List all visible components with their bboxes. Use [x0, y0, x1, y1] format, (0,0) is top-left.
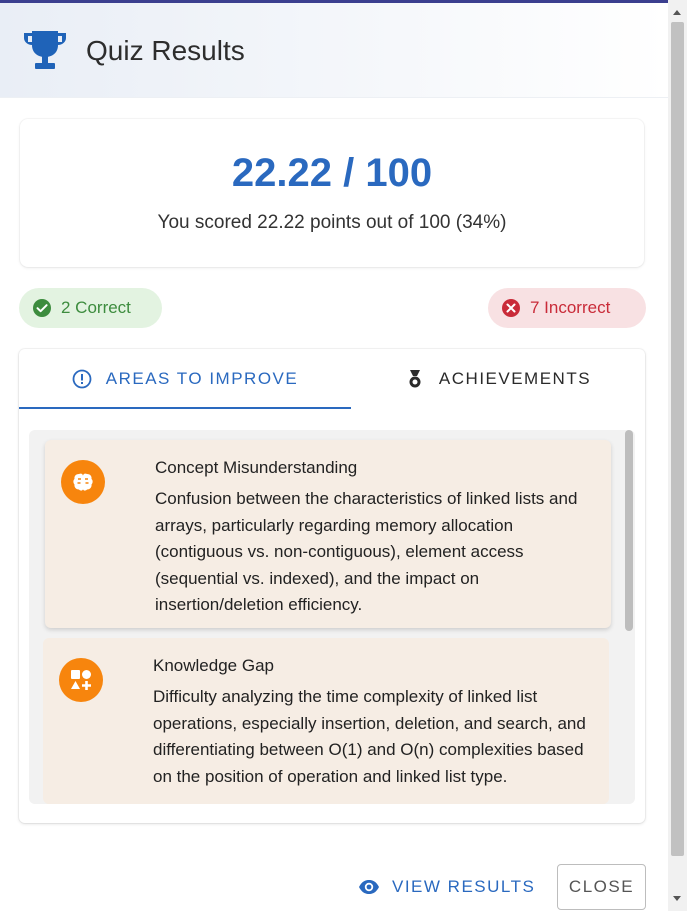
- improvement-item-title: Concept Misunderstanding: [155, 458, 358, 477]
- dialog-title: Quiz Results: [86, 35, 245, 66]
- improvement-item-badge: [61, 460, 105, 504]
- correct-count-badge: 2 Correct: [19, 288, 162, 328]
- results-tabs-panel: AREAS TO IMPROVE ACHIEVEMENTS Concept Mi…: [19, 349, 645, 823]
- x-circle-icon: [502, 299, 520, 317]
- score-summary: You scored 22.22 points out of 100 (34%): [157, 212, 507, 233]
- tab-achievements[interactable]: ACHIEVEMENTS: [351, 349, 645, 409]
- tab-areas-to-improve[interactable]: AREAS TO IMPROVE: [19, 349, 351, 409]
- scroll-up-arrow-icon[interactable]: [673, 10, 681, 15]
- incorrect-count-badge: 7 Incorrect: [488, 288, 646, 328]
- view-results-button[interactable]: VIEW RESULTS: [358, 872, 535, 902]
- correct-count-label: 2 Correct: [61, 298, 131, 317]
- improvement-list: Concept Misunderstanding Confusion betwe…: [29, 430, 635, 804]
- improvement-item-badge: [59, 658, 103, 702]
- improvement-item-title: Knowledge Gap: [153, 656, 274, 675]
- page-scrollbar[interactable]: [668, 0, 687, 911]
- score-value: 22.22 / 100: [231, 151, 433, 195]
- tab-areas-to-improve-label: AREAS TO IMPROVE: [105, 369, 299, 388]
- scroll-down-arrow-icon[interactable]: [673, 896, 681, 901]
- medal-icon: [409, 370, 421, 388]
- dialog-header: Quiz Results: [0, 3, 668, 98]
- info-circle-icon: [72, 369, 92, 389]
- active-tab-indicator: [19, 407, 351, 409]
- check-circle-icon: [33, 299, 51, 317]
- improvement-item-description: Difficulty analyzing the time complexity…: [153, 687, 586, 786]
- page-scrollbar-thumb[interactable]: [671, 22, 684, 856]
- brain-icon: [73, 473, 93, 491]
- shapes-icon: [71, 670, 91, 690]
- tab-achievements-label: ACHIEVEMENTS: [438, 369, 592, 388]
- eye-icon: [359, 880, 379, 894]
- close-button[interactable]: CLOSE: [557, 864, 646, 910]
- score-card: 22.22 / 100 You scored 22.22 points out …: [20, 119, 644, 267]
- improvement-item: Concept Misunderstanding Confusion betwe…: [45, 440, 611, 628]
- incorrect-count-label: 7 Incorrect: [530, 298, 611, 317]
- view-results-label: VIEW RESULTS: [392, 877, 536, 896]
- trophy-icon: [24, 31, 66, 69]
- close-label: CLOSE: [568, 877, 635, 896]
- improvement-item: Knowledge Gap Difficulty analyzing the t…: [43, 638, 609, 804]
- improvement-item-description: Confusion between the characteristics of…: [155, 489, 578, 614]
- list-scrollbar-thumb[interactable]: [625, 430, 633, 631]
